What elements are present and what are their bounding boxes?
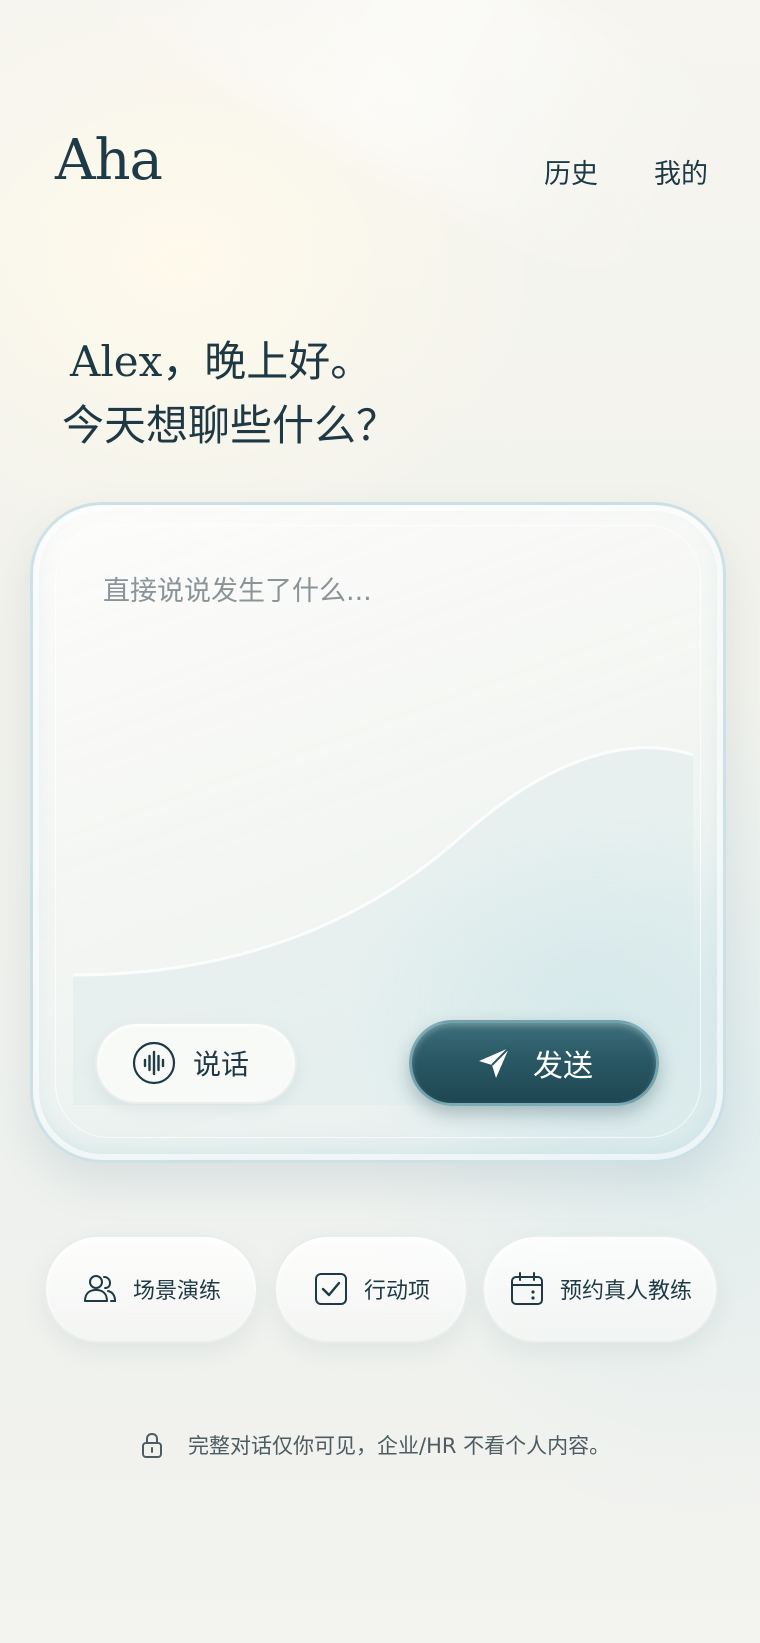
users-icon xyxy=(83,1275,116,1302)
scenario-practice-label: 场景演练 xyxy=(132,1279,221,1304)
privacy-text: 完整对话仅你可见，企业/HR 不看个人内容。 xyxy=(188,1434,611,1458)
book-coach-button[interactable]: 预约真人教练 xyxy=(482,1235,718,1343)
speak-button[interactable]: 说话 xyxy=(95,1022,297,1104)
privacy-notice: 完整对话仅你可见，企业/HR 不看个人内容。 xyxy=(138,1430,610,1460)
greeting-line-1: Alex，晚上好。 xyxy=(70,337,373,386)
action-items-button[interactable]: 行动项 xyxy=(274,1235,468,1343)
nav-mine-link[interactable]: 我的 xyxy=(654,152,708,191)
calendar-icon xyxy=(510,1272,543,1305)
top-nav: 历史 我的 xyxy=(544,152,708,191)
book-coach-label: 预约真人教练 xyxy=(559,1279,692,1304)
send-arrow-icon xyxy=(479,1047,510,1078)
greeting-line-2: 今天想聊些什么？ xyxy=(62,401,399,450)
composer-card: 说话 发送 xyxy=(30,502,726,1163)
background-light xyxy=(84,0,736,293)
scenario-practice-button[interactable]: 场景演练 xyxy=(44,1235,258,1343)
greeting: Alex，晚上好。 今天想聊些什么？ xyxy=(62,330,398,458)
app-logo: Aha xyxy=(55,128,163,193)
voice-wave-icon xyxy=(132,1041,176,1085)
checkbox-icon xyxy=(314,1273,347,1305)
send-button-label: 发送 xyxy=(533,1049,593,1084)
speak-button-label: 说话 xyxy=(193,1048,250,1081)
message-input[interactable] xyxy=(101,575,665,608)
nav-history-link[interactable]: 历史 xyxy=(544,152,598,191)
action-items-label: 行动项 xyxy=(363,1279,430,1304)
lock-icon xyxy=(142,1432,162,1458)
send-button[interactable]: 发送 xyxy=(409,1020,659,1106)
